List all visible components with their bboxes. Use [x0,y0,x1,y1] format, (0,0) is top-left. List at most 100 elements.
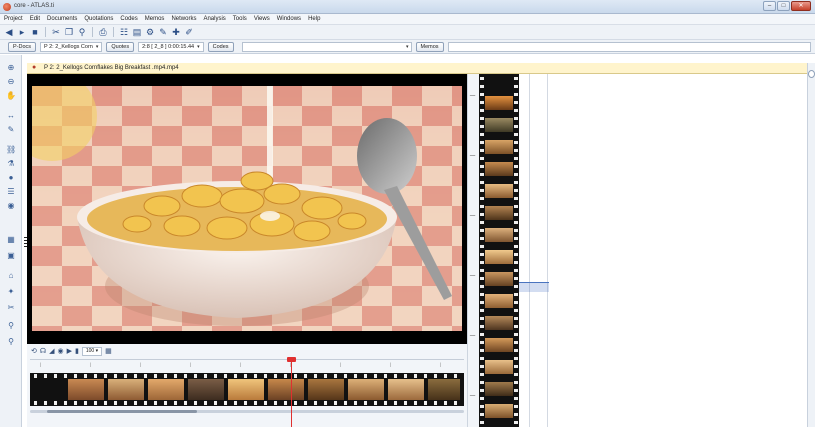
menu-edit[interactable]: Edit [30,16,40,22]
margin-area[interactable] [519,74,807,427]
timeline-tick: | [240,362,242,367]
filmstrip-thumbnail [485,140,513,154]
minimize-button[interactable]: – [763,1,776,11]
snapshot-icon[interactable]: ▮ [75,347,79,355]
headphones-icon[interactable]: ☊ [40,347,46,355]
volume-icon[interactable]: ◢ [49,347,54,355]
camera-icon[interactable]: ◉ [57,347,63,355]
find-icon[interactable]: ⚲ [77,27,87,37]
memo-icon[interactable]: ✎ [6,125,16,135]
time-marker: ┃ [470,274,475,277]
filmstrip-thumbnail [485,118,513,132]
zoom-out-icon[interactable]: ⊖ [6,77,16,87]
vertical-filmstrip[interactable] [479,74,519,427]
timeline-ruler[interactable]: | | | | | | | | | [30,359,464,371]
chevron-down-icon: ▾ [406,43,409,50]
codes-button[interactable]: Codes [207,41,234,52]
timeline-tick: | [90,362,92,367]
quote-select[interactable]: 2:8 [ 2_8 ] 0:00:15.44 ▾ [138,41,204,52]
filter-icon[interactable]: ⚗ [6,159,16,169]
close-button[interactable]: ✕ [791,1,811,11]
new-icon[interactable]: ◀ [4,27,14,37]
chevron-down-icon: ▾ [95,43,99,50]
menu-networks[interactable]: Networks [171,16,196,22]
pen-icon[interactable]: ✎ [158,27,168,37]
menu-analysis[interactable]: Analysis [203,16,225,22]
record-icon[interactable]: ◉ [6,201,16,211]
tag-icon[interactable]: ⌂ [6,271,16,281]
timeline-scroll-thumb[interactable] [47,410,197,413]
maximize-button[interactable]: □ [777,1,790,11]
paste-icon[interactable]: ▤ [132,27,142,37]
window-controls: – □ ✕ [763,1,811,11]
chevron-down-icon: ▾ [197,43,200,50]
panel-icon[interactable]: ▣ [6,251,16,261]
toolbar-divider [92,27,93,37]
right-panel-edge [807,63,815,427]
menu-help[interactable]: Help [308,16,320,22]
hand-icon[interactable]: ✋ [6,91,16,101]
print-icon[interactable]: ⎙ [98,27,108,37]
copy-icon[interactable]: ❐ [64,27,74,37]
menu-windows[interactable]: Windows [277,16,301,22]
filmstrip-thumbnail [485,404,513,418]
list-icon[interactable]: ☰ [6,187,16,197]
code-icon[interactable]: ↔ [6,111,16,121]
timeline-tick: | [340,362,342,367]
pdocs-button[interactable]: P-Docs [8,41,37,52]
grid-icon[interactable]: ▦ [105,347,112,355]
memos-button[interactable]: Memos [415,41,444,52]
open-icon[interactable]: ▸ [17,27,27,37]
pin-icon[interactable]: ✦ [6,287,16,297]
color-icon[interactable]: ● [6,173,16,183]
margin-guide-line [529,74,530,427]
expand-panel-button[interactable] [808,70,815,78]
timeline-tick: | [190,362,192,367]
sprocket-holes [514,74,518,427]
link-icon[interactable]: ⛓ [6,145,16,155]
menu-memos[interactable]: Memos [145,16,165,22]
settings-icon[interactable]: ⚙ [145,27,155,37]
video-player[interactable] [27,74,467,344]
filmstrip-thumbnail [485,294,513,308]
filmstrip-thumbnail [485,228,513,242]
menu-documents[interactable]: Documents [47,16,77,22]
memo-select[interactable] [447,41,811,52]
magnify-icon[interactable]: ⚲ [6,321,16,331]
filmstrip-thumbnail [485,162,513,176]
timeline-tick: | [440,362,442,367]
quotation-bracket[interactable] [519,282,549,292]
play-icon[interactable]: ▶ [67,347,72,355]
menu-tools[interactable]: Tools [233,16,247,22]
save-icon[interactable]: ■ [30,27,40,37]
search-icon[interactable]: ⚲ [6,337,16,347]
playhead-line[interactable] [291,359,292,427]
pdoc-select[interactable]: P 2: 2_Kellogs Corn ▾ [40,41,103,52]
quote-select-value: 2:8 [ 2_8 ] 0:00:15.44 [142,43,195,50]
quotes-button[interactable]: Quotes [106,41,135,52]
media-toolbar: ⟲ ☊ ◢ ◉ ▶ ▮ 100 ▾ ▦ [31,346,112,356]
zoom-in-icon[interactable]: ⊕ [6,63,16,73]
menu-codes[interactable]: Codes [120,16,137,22]
timeline-filmstrip[interactable] [30,373,464,406]
menu-views[interactable]: Views [254,16,270,22]
document-toolbar: P-Docs P 2: 2_Kellogs Corn ▾ Quotes 2:8 … [0,40,815,54]
video-frame-image [32,86,462,331]
grid-icon[interactable]: ▦ [6,235,16,245]
filmstrip-thumbnail [485,382,513,396]
atlas-ti-app-icon[interactable] [3,3,11,11]
filmstrip-thumbnail [485,272,513,286]
code-select[interactable]: ▾ [241,41,412,52]
pdoc-select-value: P 2: 2_Kellogs Corn [44,43,93,50]
filmstrip-thumbnail [485,360,513,374]
network-icon[interactable]: ☷ [119,27,129,37]
menu-quotations[interactable]: Quotations [84,16,113,22]
filmstrip-thumbnail [485,338,513,352]
cut-icon[interactable]: ✂ [51,27,61,37]
zoom-select[interactable]: 100 ▾ [81,346,103,356]
brush-icon[interactable]: ✐ [184,27,194,37]
plus-icon[interactable]: ✚ [171,27,181,37]
loop-icon[interactable]: ⟲ [31,347,37,355]
menu-project[interactable]: Project [4,16,23,22]
scissors-icon[interactable]: ✂ [6,303,16,313]
